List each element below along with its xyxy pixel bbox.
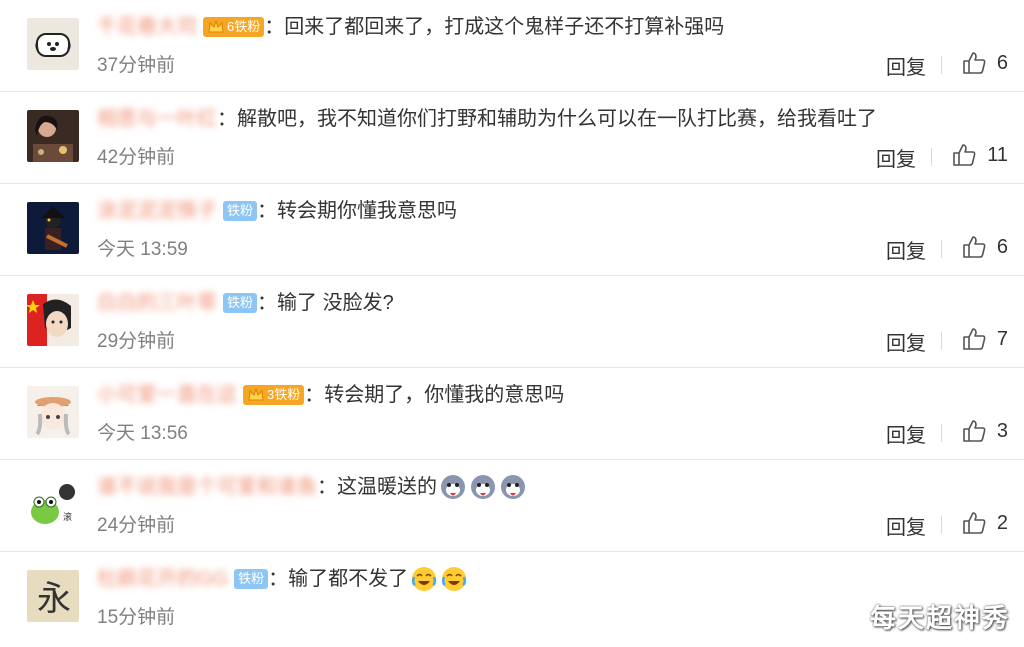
comment-item: 小可爱一直在这 3 铁粉 ：转会期了，你懂我的意思吗 今天 13:56 回复 3 [0, 368, 1024, 460]
reply-button[interactable]: 回复 [876, 143, 916, 172]
fan-badge: 铁粉 [223, 293, 258, 313]
comment-line: 杜鹃花开的GG 铁粉 ：输了都不发了 [97, 564, 468, 594]
divider [941, 56, 942, 74]
svg-text:永: 永 [37, 579, 71, 619]
crown-icon [248, 387, 264, 401]
reply-button[interactable]: 回复 [886, 419, 926, 448]
username[interactable]: 小可爱一直在这 [97, 380, 237, 410]
timestamp: 29分钟前 [97, 331, 176, 352]
fan-badge: 6 铁粉 [203, 17, 265, 37]
avatar[interactable] [27, 294, 79, 346]
username[interactable]: 涂泥泥泥筷子 [97, 196, 217, 226]
svg-text:滚: 滚 [63, 511, 72, 523]
avatar[interactable] [27, 110, 79, 162]
fan-badge: 铁粉 [234, 569, 269, 589]
husky-emoji-icon [441, 475, 465, 499]
divider [931, 148, 932, 166]
divider [941, 424, 942, 442]
like-button[interactable]: 11 [951, 142, 1008, 168]
reply-button[interactable]: 回复 [886, 511, 926, 540]
avatar[interactable] [27, 202, 79, 254]
crown-icon [208, 19, 224, 33]
reply-button[interactable]: 回复 [886, 235, 926, 264]
thumbs-up-icon [953, 144, 976, 166]
timestamp: 今天 13:56 [97, 423, 188, 444]
username[interactable]: 杜鹃花开的GG [97, 564, 228, 594]
badge-level: 3 [267, 387, 275, 402]
comment-text: ：输了 没脸发? [257, 292, 394, 314]
comment-text: ：解散吧，我不知道你们打野和辅助为什么可以在一队打比赛，给我看吐了 [217, 108, 877, 130]
thumbs-up-icon [963, 236, 986, 258]
timestamp: 24分钟前 [97, 515, 176, 536]
like-count: 2 [996, 511, 1008, 534]
comment-item: 千花巷大司 6 铁粉 ：回来了都回来了，打成这个鬼样子还不打算补强吗 37分钟前… [0, 0, 1024, 92]
timestamp: 15分钟前 [97, 607, 176, 628]
comment-text: ：回来了都回来了，打成这个鬼样子还不打算补强吗 [264, 16, 725, 38]
like-count: 11 [987, 143, 1008, 166]
comment-text: ：这温暖送的 [317, 476, 437, 498]
like-button[interactable]: 6 [961, 50, 1008, 76]
comment-line: 小可爱一直在这 3 铁粉 ：转会期了，你懂我的意思吗 [97, 380, 564, 410]
fan-badge: 铁粉 [223, 201, 258, 221]
divider [941, 516, 942, 534]
comment-line: 相思与一叶红 ：解散吧，我不知道你们打野和辅助为什么可以在一队打比赛，给我看吐了 [97, 104, 877, 134]
like-button[interactable]: 6 [961, 234, 1008, 260]
comment-item: 白白的三叶草 铁粉 ：输了 没脸发? 29分钟前 回复 7 [0, 276, 1024, 368]
comment-item: 相思与一叶红 ：解散吧，我不知道你们打野和辅助为什么可以在一队打比赛，给我看吐了… [0, 92, 1024, 184]
avatar[interactable] [27, 18, 79, 70]
badge-label: 铁粉 [234, 19, 261, 34]
watermark: 每天超神秀 [869, 603, 1010, 633]
reply-button[interactable]: 回复 [886, 327, 926, 356]
comment-line: 涂泥泥泥筷子 铁粉 ：转会期你懂我意思吗 [97, 196, 457, 226]
fan-badge: 3 铁粉 [243, 385, 305, 405]
thumbs-up-icon [963, 328, 986, 350]
timestamp: 37分钟前 [97, 55, 176, 76]
username[interactable]: 谁不说我是个可爱和谁鱼 [97, 472, 317, 502]
timestamp: 42分钟前 [97, 147, 176, 168]
like-button[interactable]: 2 [961, 510, 1008, 536]
like-count: 6 [996, 51, 1008, 74]
avatar[interactable] [27, 386, 79, 438]
badge-label: 铁粉 [274, 387, 301, 402]
reply-button[interactable]: 回复 [886, 51, 926, 80]
badge-level: 6 [227, 19, 235, 34]
comment-line: 谁不说我是个可爱和谁鱼 ：这温暖送的 [97, 472, 527, 502]
comment-line: 千花巷大司 6 铁粉 ：回来了都回来了，打成这个鬼样子还不打算补强吗 [97, 12, 724, 42]
thumbs-up-icon [963, 512, 986, 534]
username[interactable]: 千花巷大司 [97, 12, 197, 42]
like-count: 3 [996, 419, 1008, 442]
like-button[interactable]: 7 [961, 326, 1008, 352]
comment-line: 白白的三叶草 铁粉 ：输了 没脸发? [97, 288, 394, 318]
comment-text: ：转会期了，你懂我的意思吗 [304, 384, 565, 406]
avatar[interactable]: 滚 [27, 478, 79, 530]
like-count: 7 [996, 327, 1008, 350]
thumbs-up-icon [963, 52, 986, 74]
username[interactable]: 白白的三叶草 [97, 288, 217, 318]
crying-laughing-emoji-icon [412, 567, 437, 591]
avatar[interactable]: 永 [27, 570, 79, 622]
timestamp: 今天 13:59 [97, 239, 188, 260]
divider [941, 332, 942, 350]
thumbs-up-icon [963, 420, 986, 442]
comment-item: 涂泥泥泥筷子 铁粉 ：转会期你懂我意思吗 今天 13:59 回复 6 [0, 184, 1024, 276]
comment-text: ：转会期你懂我意思吗 [257, 200, 458, 222]
like-button[interactable]: 3 [961, 418, 1008, 444]
crying-laughing-emoji-icon [442, 567, 467, 591]
like-count: 6 [996, 235, 1008, 258]
husky-emoji-icon [471, 475, 495, 499]
username[interactable]: 相思与一叶红 [97, 104, 217, 134]
comment-text: ：输了都不发了 [268, 568, 409, 590]
husky-emoji-icon [501, 475, 525, 499]
comment-item: 滚 谁不说我是个可爱和谁鱼 ：这温暖送的 24分钟前 回复 2 [0, 460, 1024, 552]
divider [941, 240, 942, 258]
